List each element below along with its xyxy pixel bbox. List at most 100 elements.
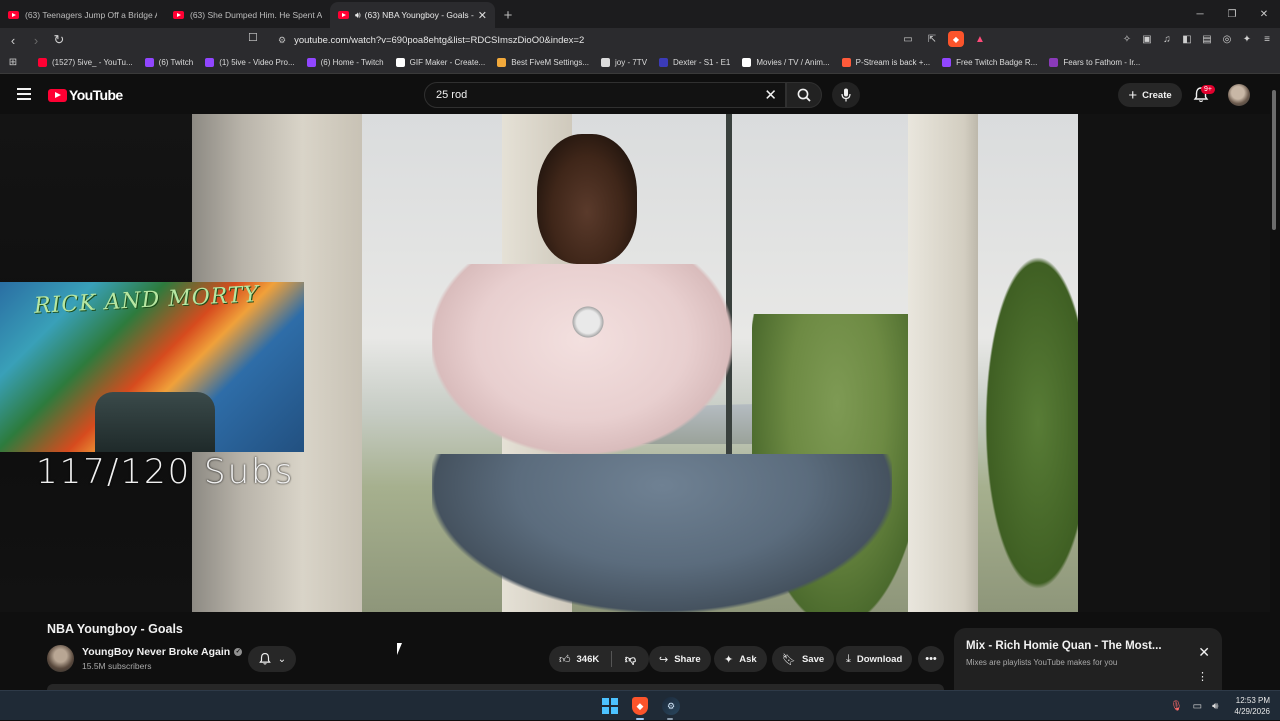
bookmark-label: joy - 7TV — [615, 58, 648, 67]
bookmark-label: Dexter - S1 - E1 — [673, 58, 731, 67]
plus-icon: + — [1128, 86, 1138, 104]
page-scrollbar[interactable] — [1271, 86, 1277, 688]
sparkle-icon: ✦ — [724, 653, 734, 666]
youtube-play-icon — [48, 88, 67, 102]
bookmark-item[interactable]: (6) Home - Twitch — [306, 58, 384, 67]
browser-tab[interactable]: (63) Teenagers Jump Off a Bridge Aft — [0, 2, 165, 28]
share-page-icon[interactable]: ⇱ — [924, 31, 940, 47]
bookmark-favicon-icon — [144, 58, 154, 67]
overlay-chair — [95, 392, 215, 452]
minimize-icon[interactable]: ─ — [1184, 0, 1216, 28]
bookmark-item[interactable]: (1) 5ive - Video Pro... — [205, 58, 295, 67]
youtube-favicon-icon — [8, 11, 19, 19]
new-tab-button[interactable]: + — [495, 2, 521, 28]
download-icon: ⤓ — [846, 652, 851, 665]
bookmark-item[interactable]: Fears to Fathom - Ir... — [1049, 58, 1140, 67]
bookmark-label: P-Stream is back +... — [855, 58, 931, 67]
bookmark-favicon-icon — [841, 58, 851, 67]
tab-title: (63) She Dumped Him. He Spent A Y — [190, 10, 322, 20]
leo-ai-icon[interactable]: ✦ — [1240, 31, 1254, 47]
browser-tab-active[interactable]: 🔊︎ (63) NBA Youngboy - Goals - ✕ — [330, 2, 495, 28]
share-button[interactable]: ↪ Share — [649, 646, 711, 672]
scrollbar-thumb[interactable] — [1272, 90, 1276, 230]
tab-close-icon[interactable]: ✕ — [478, 9, 487, 22]
account-avatar[interactable] — [1228, 84, 1250, 106]
subscriber-count: 15.5M subscribers — [82, 661, 152, 671]
sidebar-icon[interactable]: ◧ — [1180, 31, 1194, 47]
media-icon[interactable]: ♫ — [1160, 31, 1174, 47]
bookmark-item[interactable]: (1527) 5ive_ - YouTu... — [38, 58, 133, 67]
menu-icon[interactable]: ≡ — [1260, 31, 1274, 47]
maximize-icon[interactable]: ❐ — [1216, 0, 1248, 28]
wallet-icon[interactable]: ▤ — [1200, 31, 1214, 47]
browser-tab[interactable]: (63) She Dumped Him. He Spent A Y — [165, 2, 330, 28]
bookmark-item[interactable]: joy - 7TV — [601, 58, 647, 67]
extensions-icon[interactable]: ✧ — [1120, 31, 1134, 47]
apps-grid-icon[interactable]: ⊞ — [0, 57, 26, 68]
channel-name[interactable]: YoungBoy Never Broke Again ✓ — [82, 646, 243, 658]
microphone-icon — [841, 88, 851, 102]
browser-toolbar: ‹ › ↻ ☐ ⚙ youtube.com/watch?v=690poa8eht… — [0, 28, 1280, 52]
overlay-art-title: RICK AND MORTY — [33, 282, 260, 319]
bookmark-item[interactable]: (6) Twitch — [144, 58, 193, 67]
vpn-icon[interactable]: ◎ — [1220, 31, 1234, 47]
screenshot-icon[interactable]: ▣ — [1140, 31, 1154, 47]
ask-button[interactable]: ✦ Ask — [714, 646, 767, 672]
youtube-favicon-icon — [338, 11, 349, 19]
bookmark-item[interactable]: P-Stream is back +... — [841, 58, 931, 67]
download-button[interactable]: ⤓ Download — [836, 646, 913, 672]
search-button[interactable] — [786, 82, 822, 108]
brave-browser-icon[interactable]: ◆ — [632, 697, 648, 715]
video-player[interactable]: RICK AND MORTY 117/120 Subs — [0, 114, 1270, 612]
clear-search-icon[interactable]: ✕ — [764, 86, 777, 104]
back-icon[interactable]: ‹ — [3, 30, 23, 50]
speaker-icon[interactable]: 🔊︎ — [355, 10, 361, 21]
bookmarks-bar: ⊞ (1527) 5ive_ - YouTu... (6) Twitch (1) 5… — [0, 52, 1280, 74]
bookmark-item[interactable]: Free Twitch Badge R... — [942, 58, 1037, 67]
bell-icon — [258, 652, 271, 665]
mix-playlist-panel[interactable]: Mix - Rich Homie Quan - The Most... Mixe… — [954, 628, 1222, 690]
browser-tools: ✧ ▣ ♫ ◧ ▤ ◎ ✦ ≡ — [1120, 31, 1274, 47]
more-vertical-icon[interactable]: ⋮ — [1197, 672, 1208, 683]
microphone-in-use-icon[interactable]: 🎙︎ — [1170, 701, 1183, 712]
network-icon[interactable]: ▭ — [1193, 701, 1202, 712]
dislike-button[interactable]: 👎︎ — [612, 653, 649, 666]
bookmark-item[interactable]: Dexter - S1 - E1 — [659, 58, 730, 67]
create-button[interactable]: + Create — [1118, 83, 1182, 107]
bookmark-item[interactable]: GIF Maker - Create... — [395, 58, 485, 67]
hamburger-menu-icon[interactable] — [17, 88, 31, 100]
volume-icon[interactable]: 🔊︎ — [1212, 701, 1218, 712]
video-person-head — [537, 134, 637, 264]
cast-icon[interactable]: ▭ — [900, 31, 916, 47]
address-bar[interactable]: ⚙ youtube.com/watch?v=690poa8ehtg&list=R… — [270, 30, 990, 50]
steam-icon[interactable]: ⚙ — [662, 697, 680, 715]
bookmark-item[interactable]: Movies / TV / Anim... — [742, 58, 830, 67]
video-chain-pendant — [570, 304, 606, 340]
system-clock[interactable]: 12:53 PM 4/29/2026 — [1234, 695, 1270, 717]
bookmark-item[interactable]: Best FiveM Settings... — [497, 58, 589, 67]
close-icon[interactable]: ✕ — [1198, 644, 1210, 661]
bookmark-icon[interactable]: ☐ — [248, 31, 258, 44]
search-input[interactable] — [436, 89, 736, 101]
site-settings-icon[interactable]: ⚙ — [278, 35, 286, 46]
forward-icon[interactable]: › — [26, 30, 46, 50]
verified-icon: ✓ — [234, 648, 243, 657]
windows-start-icon[interactable] — [602, 698, 618, 714]
video-letterbox-right — [1078, 114, 1270, 612]
brave-rewards-icon[interactable]: ▲ — [972, 31, 988, 47]
youtube-logo[interactable]: YouTube — [48, 87, 123, 103]
more-actions-button[interactable]: ••• — [918, 646, 944, 672]
close-window-icon[interactable]: ✕ — [1248, 0, 1280, 28]
bookmark-favicon-icon — [205, 58, 215, 67]
download-label: Download — [856, 653, 903, 665]
brave-shields-icon[interactable]: ◆ — [948, 31, 964, 47]
reload-icon[interactable]: ↻ — [49, 30, 69, 50]
channel-avatar[interactable] — [47, 645, 74, 672]
save-label: Save — [801, 653, 825, 665]
like-button[interactable]: 👍︎ 346K — [549, 653, 611, 666]
save-button[interactable]: 🔖︎ Save — [772, 646, 835, 672]
voice-search-button[interactable] — [832, 82, 860, 108]
video-pillar — [908, 114, 978, 612]
subscription-bell-button[interactable]: ⌄ — [248, 646, 296, 672]
mouse-cursor-icon — [397, 643, 407, 655]
